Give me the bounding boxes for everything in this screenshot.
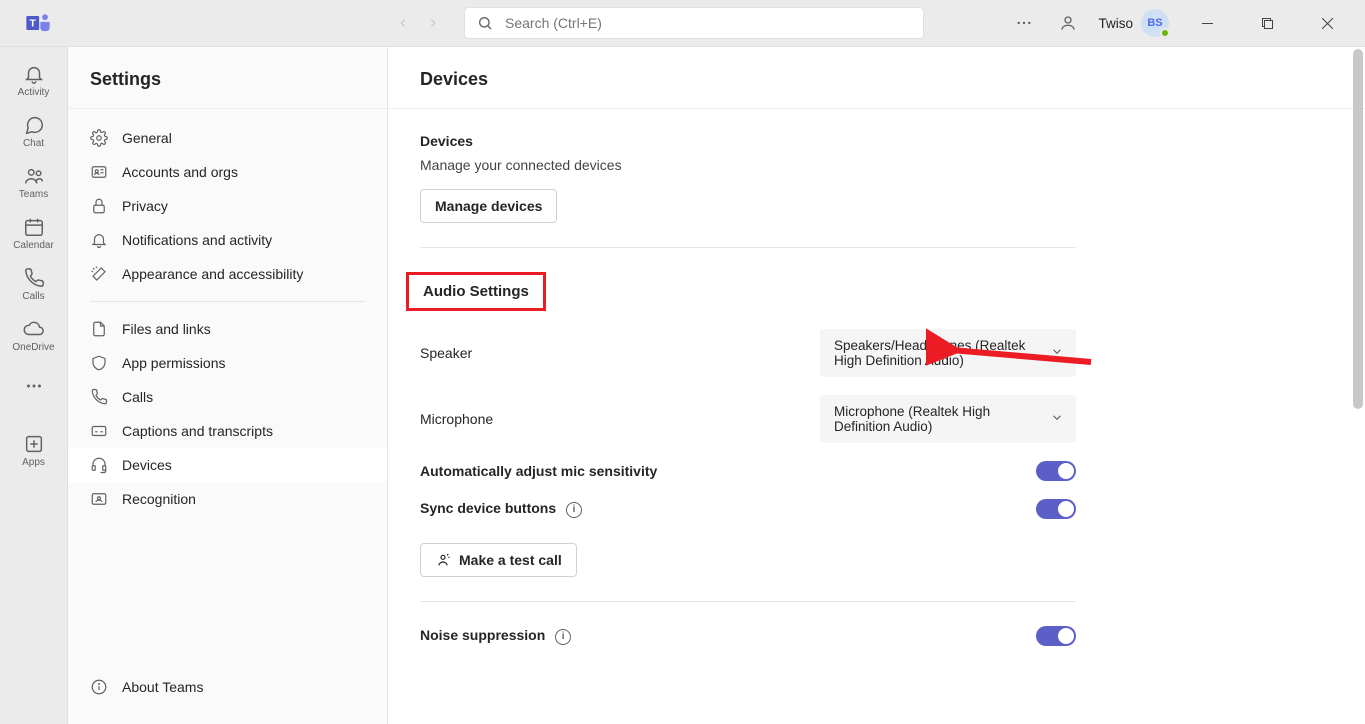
test-call-icon	[435, 552, 451, 568]
speaker-dropdown[interactable]: Speakers/Headphones (Realtek High Defini…	[820, 329, 1076, 377]
rail-teams[interactable]: Teams	[4, 159, 64, 204]
rail-chat[interactable]: Chat	[4, 108, 64, 153]
settings-item-privacy[interactable]: Privacy	[68, 189, 387, 223]
bell-icon	[90, 231, 108, 249]
id-card-icon	[90, 163, 108, 181]
settings-sidebar: Settings General Accounts and orgs Priva…	[68, 47, 388, 724]
chevron-down-icon	[1050, 411, 1064, 428]
divider	[420, 601, 1076, 602]
info-icon	[90, 678, 108, 696]
scrollbar[interactable]	[1353, 49, 1363, 409]
rail-calendar[interactable]: Calendar	[4, 210, 64, 255]
settings-item-recognition[interactable]: Recognition	[68, 482, 387, 516]
teams-icon	[23, 165, 45, 187]
captions-icon	[90, 422, 108, 440]
make-test-call-button[interactable]: Make a test call	[420, 543, 577, 577]
settings-item-calls[interactable]: Calls	[68, 380, 387, 414]
auto-mic-toggle[interactable]	[1036, 461, 1076, 481]
audio-settings-highlight: Audio Settings	[406, 272, 546, 311]
window-maximize-button[interactable]	[1245, 7, 1289, 39]
settings-item-devices[interactable]: Devices	[68, 448, 387, 482]
phone-icon	[90, 388, 108, 406]
devices-desc: Manage your connected devices	[420, 157, 1076, 173]
cloud-icon	[23, 318, 45, 340]
file-icon	[90, 320, 108, 338]
app-rail: Activity Chat Teams Calendar Calls OneDr…	[0, 47, 68, 724]
shield-icon	[90, 354, 108, 372]
settings-item-files[interactable]: Files and links	[68, 312, 387, 346]
divider	[420, 247, 1076, 248]
devices-heading: Devices	[420, 133, 1076, 149]
more-icon	[23, 375, 45, 397]
avatar: BS	[1141, 9, 1169, 37]
auto-mic-label: Automatically adjust mic sensitivity	[420, 463, 820, 479]
settings-about[interactable]: About Teams	[68, 670, 387, 704]
window-close-button[interactable]	[1305, 7, 1349, 39]
lock-icon	[90, 197, 108, 215]
chevron-down-icon	[1050, 345, 1064, 362]
recognition-icon	[90, 490, 108, 508]
headset-icon	[90, 456, 108, 474]
speaker-label: Speaker	[420, 345, 820, 361]
search-input[interactable]	[505, 15, 911, 31]
search-box[interactable]	[464, 7, 924, 39]
settings-item-captions[interactable]: Captions and transcripts	[68, 414, 387, 448]
more-options-button[interactable]	[1010, 9, 1038, 37]
settings-item-general[interactable]: General	[68, 121, 387, 155]
window-minimize-button[interactable]	[1185, 7, 1229, 39]
wand-icon	[90, 265, 108, 283]
sync-buttons-toggle[interactable]	[1036, 499, 1076, 519]
nav-forward-button[interactable]	[420, 10, 446, 36]
divider	[90, 301, 365, 302]
settings-item-accounts[interactable]: Accounts and orgs	[68, 155, 387, 189]
info-icon[interactable]: i	[566, 502, 582, 518]
settings-item-notifications[interactable]: Notifications and activity	[68, 223, 387, 257]
settings-item-appearance[interactable]: Appearance and accessibility	[68, 257, 387, 291]
phone-icon	[23, 267, 45, 289]
manage-devices-button[interactable]: Manage devices	[420, 189, 557, 223]
bell-icon	[23, 63, 45, 85]
noise-suppression-toggle[interactable]	[1036, 626, 1076, 646]
search-icon	[477, 15, 493, 31]
audio-settings-heading: Audio Settings	[423, 283, 529, 300]
main-content: Devices Devices Manage your connected de…	[388, 47, 1365, 724]
sync-buttons-label: Sync device buttons i	[420, 500, 820, 517]
calendar-icon	[23, 216, 45, 238]
nav-back-button[interactable]	[390, 10, 416, 36]
user-chip[interactable]: Twiso BS	[1098, 9, 1169, 37]
teams-app-icon: T	[24, 9, 52, 37]
people-icon[interactable]	[1054, 9, 1082, 37]
rail-calls[interactable]: Calls	[4, 261, 64, 306]
presence-indicator	[1160, 28, 1170, 38]
microphone-label: Microphone	[420, 411, 820, 427]
rail-onedrive[interactable]: OneDrive	[4, 312, 64, 357]
svg-text:T: T	[30, 18, 37, 30]
info-icon[interactable]: i	[555, 629, 571, 645]
user-name: Twiso	[1098, 16, 1133, 31]
chat-icon	[23, 114, 45, 136]
gear-icon	[90, 129, 108, 147]
rail-apps[interactable]: Apps	[4, 427, 64, 472]
apps-icon	[23, 433, 45, 455]
title-bar: T Twiso BS	[0, 0, 1365, 47]
page-title: Devices	[388, 47, 1365, 109]
settings-title: Settings	[68, 47, 387, 109]
settings-item-permissions[interactable]: App permissions	[68, 346, 387, 380]
rail-more[interactable]	[4, 369, 64, 401]
microphone-dropdown[interactable]: Microphone (Realtek High Definition Audi…	[820, 395, 1076, 443]
noise-suppression-label: Noise suppression i	[420, 627, 820, 644]
rail-activity[interactable]: Activity	[4, 57, 64, 102]
